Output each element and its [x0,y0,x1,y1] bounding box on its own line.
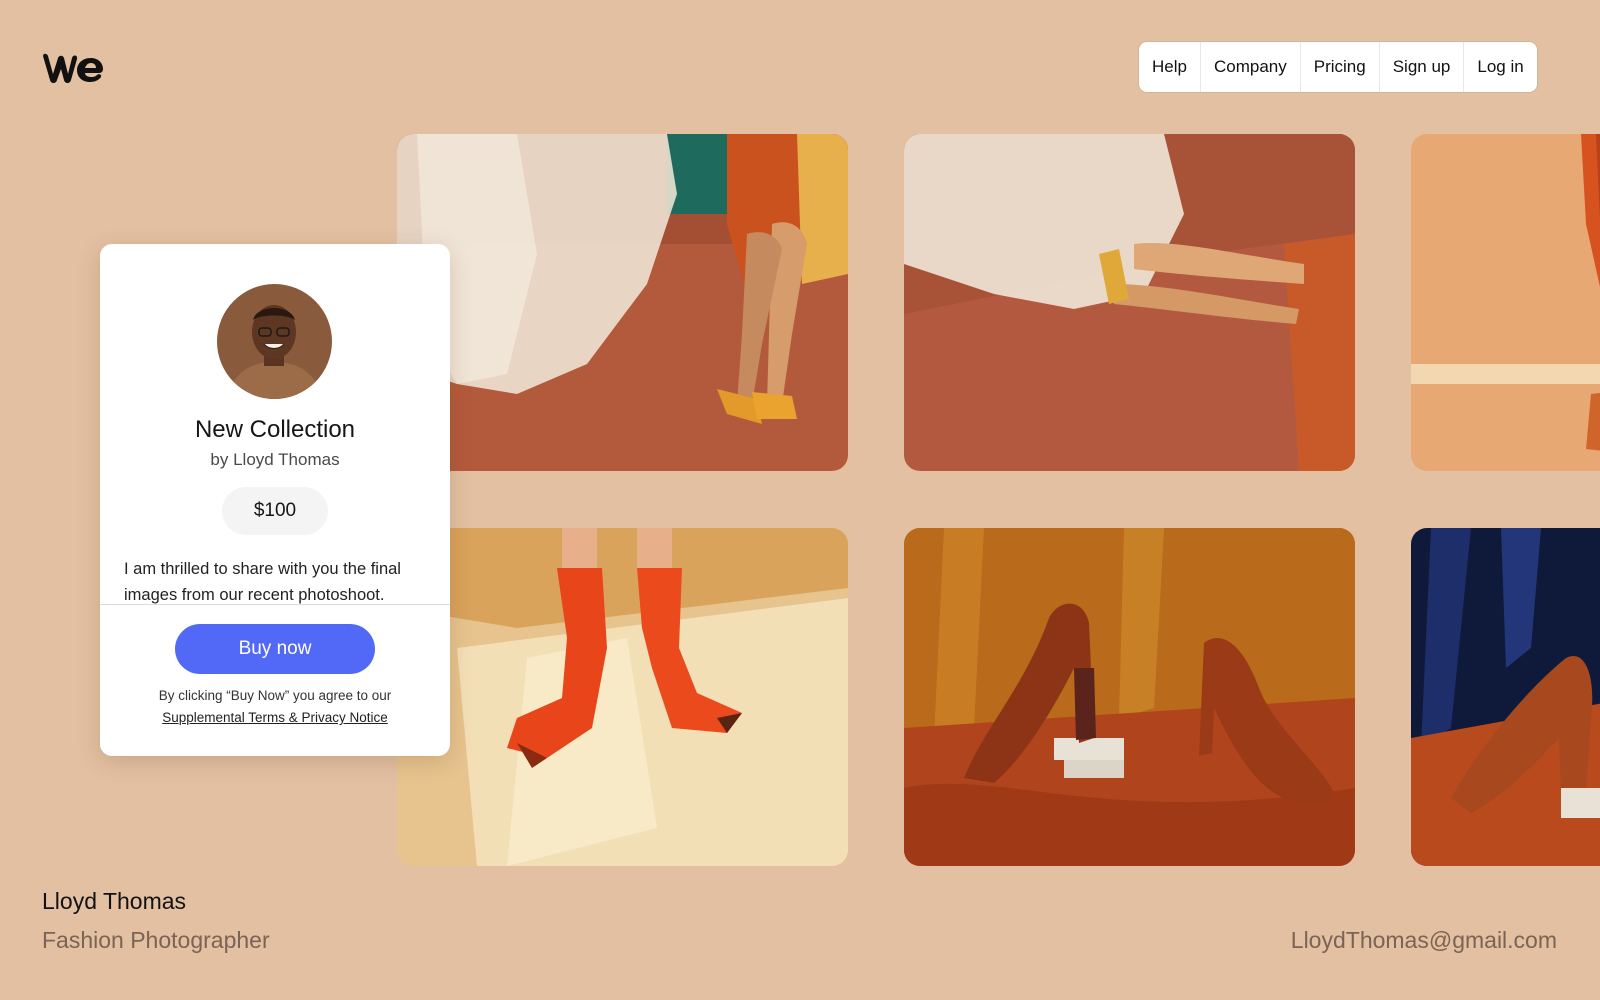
nav-pricing[interactable]: Pricing [1299,42,1379,92]
photo-orange-skirt-cropped[interactable] [1411,134,1600,471]
collection-author: by Lloyd Thomas [210,450,340,469]
product-card: New Collection by Lloyd Thomas $100 I am… [100,244,450,756]
photo-brown-heels-on-fabric[interactable] [904,528,1355,866]
photo-reclining-sheer-fabric[interactable] [904,134,1355,471]
photographer-role: Fashion Photographer [42,927,270,953]
nav-log-in[interactable]: Log in [1463,42,1536,92]
contact-email[interactable]: LloydThomas@gmail.com [1291,927,1557,954]
buy-now-button[interactable]: Buy now [175,624,375,674]
photographer-name: Lloyd Thomas [42,888,187,914]
agree-notice: By clicking “Buy Now” you agree to our S… [100,685,450,729]
nav-company[interactable]: Company [1199,42,1300,92]
divider [100,604,450,605]
top-nav: Help Company Pricing Sign up Log in [1139,42,1537,92]
collection-description: I am thrilled to share with you the fina… [124,560,401,604]
price-badge: $100 [222,487,328,535]
avatar [217,284,332,399]
collection-title: New Collection [194,416,356,443]
photo-brown-heel-blue-velvet[interactable] [1411,528,1600,866]
nav-help[interactable]: Help [1139,42,1200,92]
photo-curtain-yellow-heels[interactable] [397,134,848,471]
terms-link[interactable]: Supplemental Terms & Privacy Notice [100,707,450,729]
nav-sign-up[interactable]: Sign up [1378,42,1464,92]
we-logo-icon[interactable] [41,50,103,86]
photo-orange-satin-boots[interactable] [397,528,848,866]
agree-text: By clicking “Buy Now” you agree to our [158,688,392,703]
